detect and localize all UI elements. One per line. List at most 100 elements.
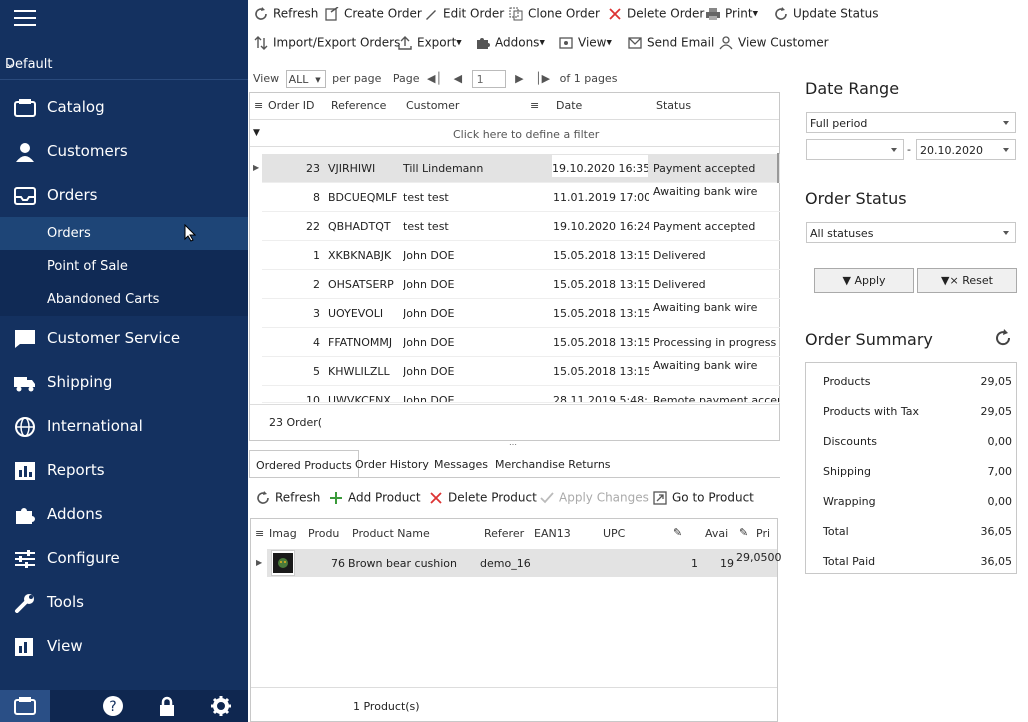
tab-merchandise-returns[interactable]: Merchandise Returns bbox=[489, 450, 617, 478]
pencil-icon[interactable]: ✎ bbox=[673, 526, 682, 539]
clone-order-button[interactable]: Clone Order bbox=[509, 6, 600, 21]
delete-order-button[interactable]: Delete Order bbox=[608, 6, 704, 21]
next-page-icon[interactable]: ▶ bbox=[515, 72, 523, 85]
sidebar-item-catalog[interactable]: Catalog bbox=[0, 86, 248, 130]
apply-label: Apply bbox=[854, 274, 886, 287]
col-header-image[interactable]: Imag bbox=[269, 527, 297, 540]
sidebar-item-reports[interactable]: Reports bbox=[0, 449, 248, 493]
delete-product-button[interactable]: Delete Product bbox=[429, 490, 537, 505]
cell-status: Remote payment accepted bbox=[653, 394, 779, 403]
update-status-button[interactable]: Update Status bbox=[774, 6, 879, 21]
sidebar-item-customers[interactable]: Customers bbox=[0, 130, 248, 174]
date-from-select[interactable] bbox=[806, 139, 904, 160]
cell-order-id: 10 bbox=[306, 394, 320, 403]
print-button[interactable]: Print▼ bbox=[706, 6, 758, 21]
sidebar-subitem-abandoned-carts[interactable]: Abandoned Carts bbox=[0, 283, 248, 316]
store-tab-button[interactable] bbox=[0, 690, 50, 722]
help-icon[interactable]: ? bbox=[103, 696, 123, 716]
export-button[interactable]: Export▼ bbox=[398, 35, 462, 50]
sidebar-item-label: Catalog bbox=[47, 98, 105, 116]
sidebar-item-shipping[interactable]: Shipping bbox=[0, 361, 248, 405]
store-selector[interactable]: Default ⌄ bbox=[0, 48, 248, 80]
products-refresh-button[interactable]: Refresh bbox=[256, 490, 320, 505]
col-header-reference[interactable]: Referer bbox=[484, 527, 524, 540]
vertical-scrollbar[interactable] bbox=[777, 153, 779, 183]
date-to-select[interactable]: 20.10.2020 bbox=[916, 139, 1016, 160]
table-row[interactable]: 23 VJIRHIWI Till Lindemann 19.10.2020 16… bbox=[262, 154, 780, 183]
period-select[interactable]: Full period bbox=[806, 112, 1016, 133]
page-number-input[interactable]: 1 bbox=[471, 70, 506, 88]
sidebar-item-configure[interactable]: Configure bbox=[0, 537, 248, 581]
import-export-icon bbox=[254, 35, 268, 50]
send-email-button[interactable]: Send Email bbox=[628, 35, 714, 50]
col-header-upc[interactable]: UPC bbox=[603, 527, 625, 540]
store-bottom-icon bbox=[14, 697, 36, 715]
status-select[interactable]: All statuses bbox=[806, 222, 1016, 243]
delete-product-label: Delete Product bbox=[448, 490, 537, 505]
edit-order-button[interactable]: Edit Order bbox=[424, 6, 504, 21]
add-product-button[interactable]: Add Product bbox=[329, 490, 421, 505]
refresh-button[interactable]: Refresh bbox=[254, 6, 318, 21]
splitter-handle[interactable]: … bbox=[509, 438, 517, 447]
gear-icon[interactable] bbox=[211, 696, 231, 716]
period-value: Full period bbox=[810, 117, 868, 130]
sidebar-item-customer-service[interactable]: Customer Service bbox=[0, 317, 248, 361]
go-to-product-button[interactable]: Go to Product bbox=[653, 490, 754, 505]
tab-order-history[interactable]: Order History bbox=[349, 450, 435, 478]
col-header-order-id[interactable]: Order ID bbox=[268, 99, 314, 112]
import-export-orders-button[interactable]: Import/Export Orders bbox=[254, 35, 400, 50]
col-header-reference[interactable]: Reference bbox=[331, 99, 386, 112]
filter-row[interactable]: ▼ Click here to define a filter bbox=[250, 119, 779, 147]
table-row[interactable]: 22 QBHADTQT test test 19.10.2020 16:24:3… bbox=[262, 212, 780, 241]
sort-icon[interactable]: ≡ bbox=[530, 99, 539, 112]
col-header-product-id[interactable]: Produ bbox=[308, 527, 339, 540]
view-count-select[interactable]: ALL ▼ bbox=[285, 70, 326, 88]
column-chooser-icon[interactable]: ≡ bbox=[254, 99, 263, 112]
table-row[interactable]: 76 Brown bear cushion demo_16 1 19 29,05… bbox=[267, 549, 782, 577]
sidebar-item-orders[interactable]: Orders bbox=[0, 174, 248, 218]
tab-messages[interactable]: Messages bbox=[428, 450, 494, 478]
apply-button[interactable]: ▼ Apply bbox=[814, 268, 914, 293]
summary-label: Products bbox=[823, 375, 871, 388]
pencil-icon[interactable]: ✎ bbox=[739, 526, 748, 539]
sidebar-item-addons[interactable]: Addons bbox=[0, 493, 248, 537]
reset-button[interactable]: ▼× Reset bbox=[917, 268, 1017, 293]
create-order-button[interactable]: Create Order bbox=[325, 6, 422, 21]
table-row[interactable]: 2 OHSATSERP John DOE 15.05.2018 13:15:09… bbox=[262, 270, 780, 299]
grid-footer: 23 Order( bbox=[250, 404, 779, 440]
tab-ordered-products[interactable]: Ordered Products bbox=[249, 450, 359, 478]
col-header-customer[interactable]: Customer bbox=[406, 99, 459, 112]
col-header-available[interactable]: Avai bbox=[705, 527, 728, 540]
table-row[interactable]: 1 XKBKNABJK John DOE 15.05.2018 13:15:09… bbox=[262, 241, 780, 270]
view-customer-button[interactable]: View Customer bbox=[719, 35, 829, 50]
col-header-date[interactable]: Date bbox=[556, 99, 582, 112]
sidebar-subitem-point-of-sale[interactable]: Point of Sale bbox=[0, 250, 248, 283]
table-row[interactable]: 8 BDCUEQMLF test test 11.01.2019 17:00:5… bbox=[262, 183, 780, 212]
col-header-ean13[interactable]: EAN13 bbox=[534, 527, 571, 540]
apply-changes-button[interactable]: Apply Changes bbox=[540, 490, 649, 505]
last-page-icon[interactable]: │▶ bbox=[535, 72, 550, 85]
apply-changes-label: Apply Changes bbox=[559, 490, 649, 505]
sidebar-subitem-orders[interactable]: Orders bbox=[0, 217, 248, 250]
table-row[interactable]: 5 KHWLILZLL John DOE 15.05.2018 13:15:09… bbox=[262, 357, 780, 386]
table-row[interactable]: 4 FFATNOMMJ John DOE 15.05.2018 13:15:09… bbox=[262, 328, 780, 357]
lock-icon[interactable] bbox=[157, 696, 177, 716]
col-header-status[interactable]: Status bbox=[656, 99, 691, 112]
col-header-price[interactable]: Pri bbox=[756, 527, 770, 540]
column-chooser-icon[interactable]: ≡ bbox=[255, 527, 264, 540]
table-row[interactable]: 3 UOYEVOLI John DOE 15.05.2018 13:15:09 … bbox=[262, 299, 780, 328]
refresh-summary-icon[interactable] bbox=[994, 329, 1012, 347]
menu-icon[interactable] bbox=[14, 10, 36, 26]
cell-reference: UWVKCFNX bbox=[328, 394, 391, 403]
sidebar-item-view[interactable]: View bbox=[0, 625, 248, 669]
first-page-icon[interactable]: ◀│ bbox=[427, 72, 442, 85]
table-row[interactable]: 10 UWVKCFNX John DOE 28.11.2019 5:48:16 … bbox=[262, 386, 780, 403]
sidebar-item-international[interactable]: International bbox=[0, 405, 248, 449]
cell-order-id: 3 bbox=[313, 307, 320, 320]
prev-page-icon[interactable]: ◀ bbox=[454, 72, 462, 85]
sidebar-item-tools[interactable]: Tools bbox=[0, 581, 248, 625]
mail-icon bbox=[628, 36, 642, 49]
col-header-product-name[interactable]: Product Name bbox=[352, 527, 430, 540]
view-button[interactable]: View▼ bbox=[559, 35, 612, 50]
addons-button[interactable]: Addons▼ bbox=[476, 35, 545, 50]
